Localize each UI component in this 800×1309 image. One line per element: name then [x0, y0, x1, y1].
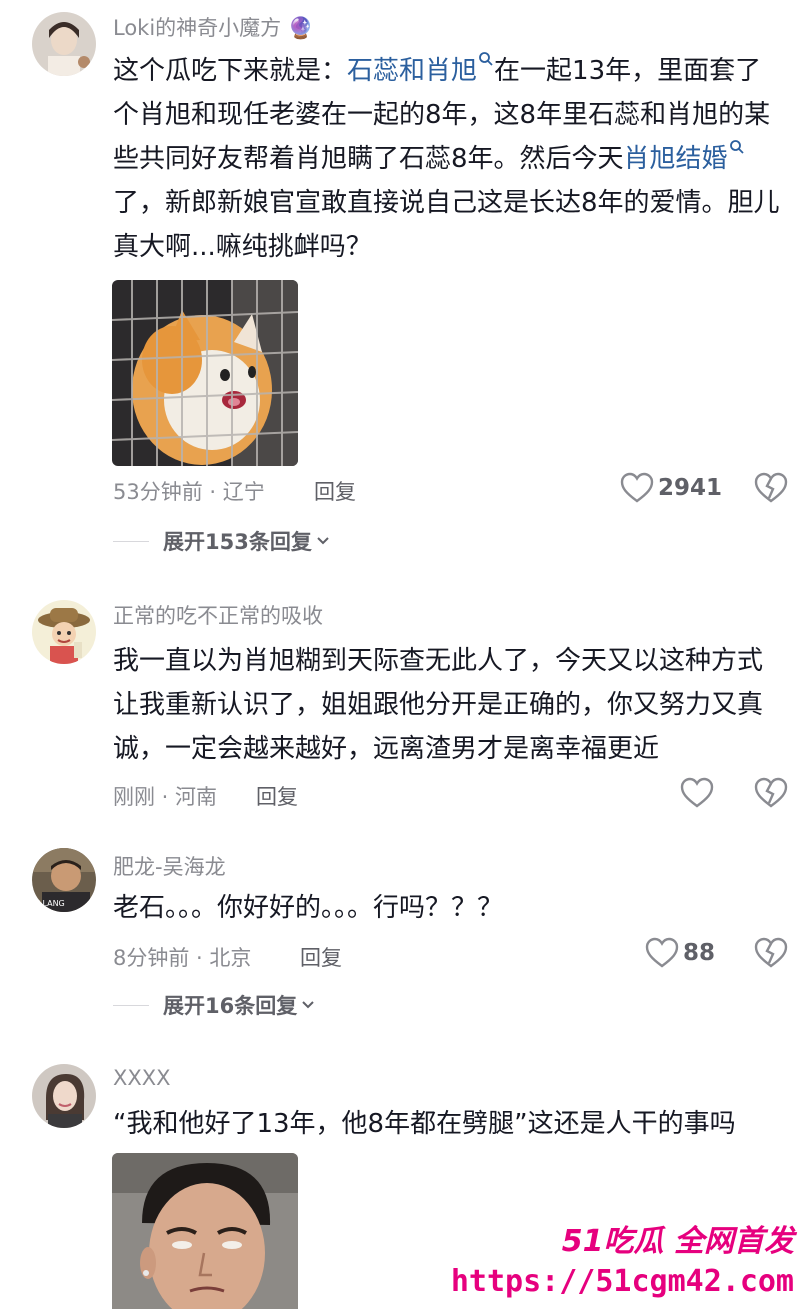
reply-button[interactable]: 回复 [256, 781, 298, 811]
broken-heart-icon[interactable] [754, 937, 788, 969]
expand-replies-button[interactable]: 展开16条回复 [113, 990, 315, 1020]
heart-outline-icon [620, 472, 654, 503]
avatar-caption: LLANG [38, 899, 65, 908]
watermark-url: https://51cgm42.com [450, 1264, 794, 1299]
time-location: 53分钟前 · 辽宁 [113, 480, 265, 504]
like-button[interactable] [680, 777, 718, 809]
comment-text: 老石。。。你好好的。。。行吗？？？ [113, 893, 504, 923]
expand-replies-button[interactable]: 展开153条回复 [113, 526, 330, 556]
like-button[interactable]: 2941 [620, 472, 722, 504]
watermark: 51吃瓜 全网首发 https://51cgm42.com [451, 1216, 794, 1299]
avatar[interactable] [32, 1064, 96, 1128]
username[interactable]: Loki的神奇小魔方 🔮 [113, 12, 314, 42]
like-count: 2941 [658, 475, 723, 501]
broken-heart-icon[interactable] [754, 777, 788, 809]
divider [113, 1004, 149, 1006]
comment-meta: 53分钟前 · 辽宁 [113, 476, 265, 506]
avatar[interactable] [32, 600, 96, 664]
comment-text: “我和他好了13年，他8年都在劈腿”这还是人干的事吗 [113, 1109, 736, 1139]
comment-image-cat[interactable] [112, 280, 298, 466]
time-location: 8分钟前 · 北京 [113, 946, 252, 970]
comment-meta: 8分钟前 · 北京 [113, 942, 251, 972]
avatar[interactable] [32, 12, 96, 76]
keyword-link[interactable]: 肖旭结婚 [624, 140, 745, 174]
time-location: 刚刚 · 河南 [113, 785, 218, 809]
comment-text: 我一直以为肖旭糊到天际查无此人了，今天又以这种方式让我重新认识了，姐姐跟他分开是… [113, 646, 764, 764]
watermark-brand: 51吃瓜 全网首发 [561, 1224, 794, 1259]
comment-meta: 刚刚 · 河南 [113, 781, 217, 811]
username[interactable]: XXXX [113, 1066, 171, 1090]
broken-heart-icon[interactable] [754, 472, 788, 504]
chevron-down-icon [317, 537, 329, 545]
reply-button[interactable]: 回复 [314, 476, 356, 506]
crystal-ball-emoji-icon: 🔮 [287, 16, 315, 40]
like-count: 88 [683, 940, 716, 966]
comment-text: 这个瓜吃下来就是：石蕊和肖旭 在一起13年，里面套了个肖旭和现任老婆在一起的8年，… [113, 49, 783, 269]
username[interactable]: 肥龙-吴海龙 [113, 851, 226, 881]
username[interactable]: 正常的吃不正常的吸收 [113, 600, 323, 630]
reply-button[interactable]: 回复 [300, 942, 342, 972]
divider [113, 540, 149, 542]
keyword-link[interactable]: 石蕊和肖旭 [347, 52, 494, 86]
heart-outline-icon [680, 777, 714, 808]
avatar[interactable]: LLANG [32, 848, 96, 912]
chevron-down-icon [302, 1001, 314, 1009]
heart-outline-icon [645, 937, 679, 968]
search-small-icon [729, 140, 744, 154]
like-button[interactable]: 88 [645, 937, 715, 969]
search-small-icon [479, 52, 493, 66]
comment-image-meme[interactable] [112, 1153, 298, 1309]
